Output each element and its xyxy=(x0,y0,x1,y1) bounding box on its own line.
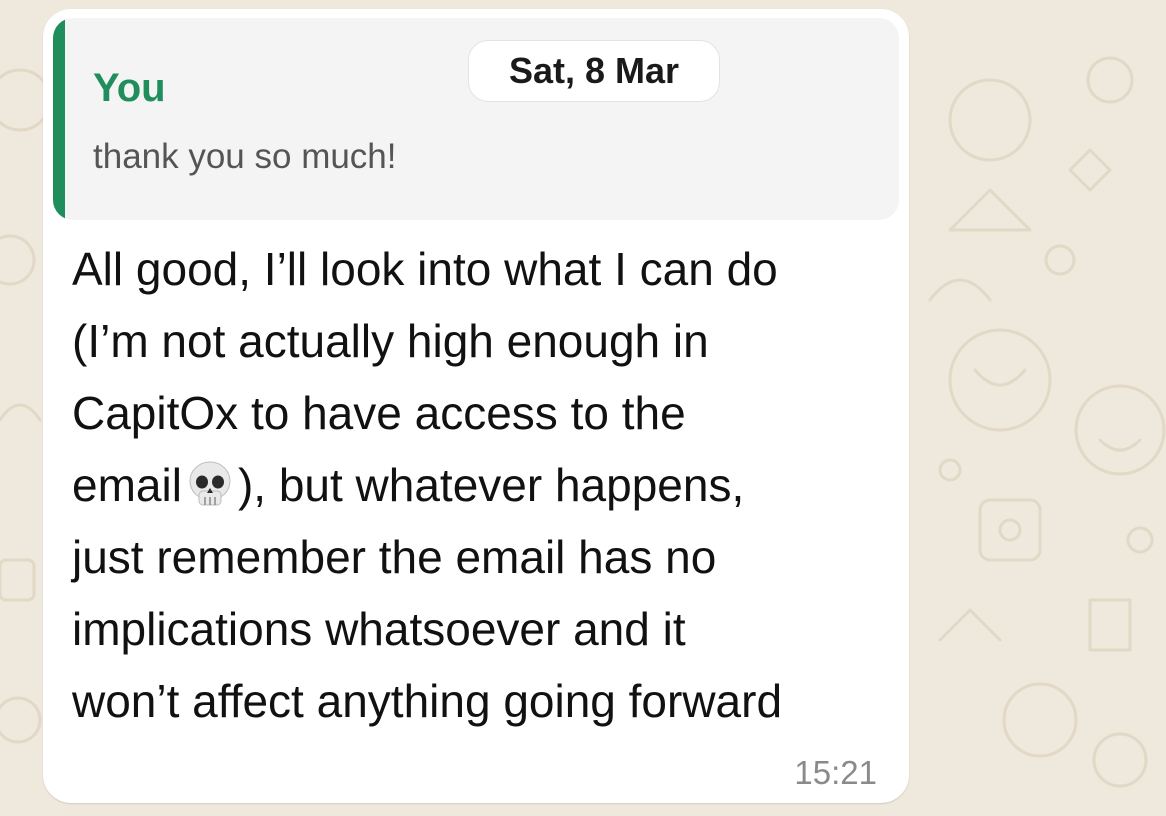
message-line: (I’m not actually high enough in xyxy=(72,315,709,367)
message-fragment: ), but whatever happens, xyxy=(237,459,745,511)
quote-text: thank you so much! xyxy=(93,137,397,176)
date-separator: Sat, 8 Mar xyxy=(468,40,720,102)
message-line-with-emoji: email ), but whatever happens, xyxy=(72,449,902,521)
quote-accent-bar xyxy=(53,18,65,220)
message-bubble[interactable]: You thank you so much! Sat, 8 Mar All go… xyxy=(43,9,909,803)
message-fragment: email xyxy=(72,459,182,511)
message-text: All good, I’ll look into what I can do (… xyxy=(72,233,902,737)
message-line: won’t affect anything going forward xyxy=(72,675,783,727)
message-timestamp: 15:21 xyxy=(794,754,877,791)
message-line: just remember the email has no xyxy=(72,531,717,583)
message-line: All good, I’ll look into what I can do xyxy=(72,243,778,295)
message-line: CapitOx to have access to the xyxy=(72,387,686,439)
reply-quote[interactable]: You thank you so much! Sat, 8 Mar xyxy=(53,18,899,220)
skull-emoji-icon xyxy=(189,461,231,506)
message-line: implications whatsoever and it xyxy=(72,603,686,655)
quote-author: You xyxy=(93,66,166,110)
